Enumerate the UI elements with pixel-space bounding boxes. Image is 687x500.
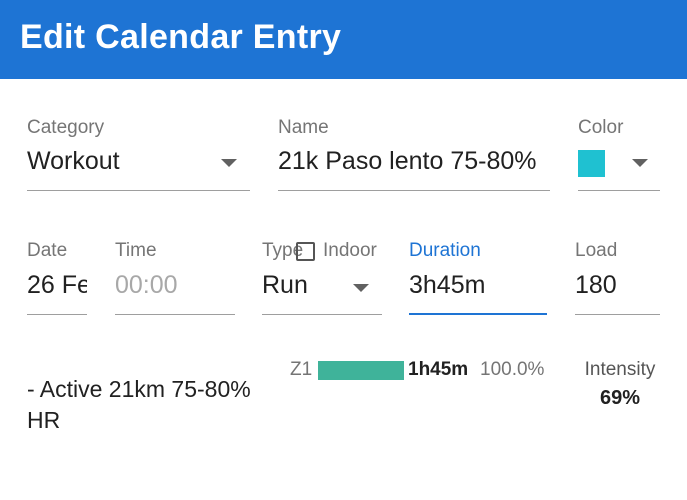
color-swatch [578,150,605,177]
category-value: Workout [27,147,120,175]
chevron-down-icon [632,159,648,167]
time-underline [115,314,235,315]
zone-label: Z1 [290,359,313,380]
category-label: Category [27,117,105,138]
load-field[interactable]: Load 180 [575,240,660,316]
load-label: Load [575,240,618,261]
time-field[interactable]: Time 00:00 [115,240,235,316]
chevron-down-icon [353,284,369,292]
indoor-label: Indoor [323,240,377,261]
time-label: Time [115,240,157,261]
page-title: Edit Calendar Entry [20,18,342,56]
date-field[interactable]: Date 26 Feb [27,240,87,316]
date-underline [27,314,87,315]
chevron-down-icon [221,159,237,167]
date-label: Date [27,240,68,261]
type-underline [262,314,382,315]
type-value: Run [262,271,308,299]
workout-description: - Active 21km 75-80% HR [27,376,251,433]
color-select[interactable]: Color [578,117,660,192]
app-header: Edit Calendar Entry [0,0,687,79]
load-input[interactable]: 180 [575,271,660,300]
duration-label: Duration [409,240,481,261]
zone-bar [318,361,404,380]
category-underline [27,190,250,191]
indoor-checkbox[interactable] [296,242,315,261]
color-underline [578,190,660,191]
duration-field[interactable]: Duration 3h45m [409,240,547,316]
duration-underline [409,313,547,315]
time-input[interactable]: 00:00 [115,271,235,300]
name-input[interactable]: 21k Paso lento 75-80% [278,147,550,176]
duration-input[interactable]: 3h45m [409,271,547,300]
zone-duration: 1h45m [408,359,469,380]
load-underline [575,314,660,315]
name-label: Name [278,117,329,138]
name-underline [278,190,550,191]
intensity-value: 69% [599,387,641,409]
color-label: Color [578,117,624,138]
zone-percent: 100.0% [480,359,545,380]
intensity-label: Intensity [584,359,656,380]
name-field[interactable]: Name 21k Paso lento 75-80% [278,117,550,192]
category-select[interactable]: Category Workout [27,117,250,192]
date-input[interactable]: 26 Feb [27,271,87,300]
